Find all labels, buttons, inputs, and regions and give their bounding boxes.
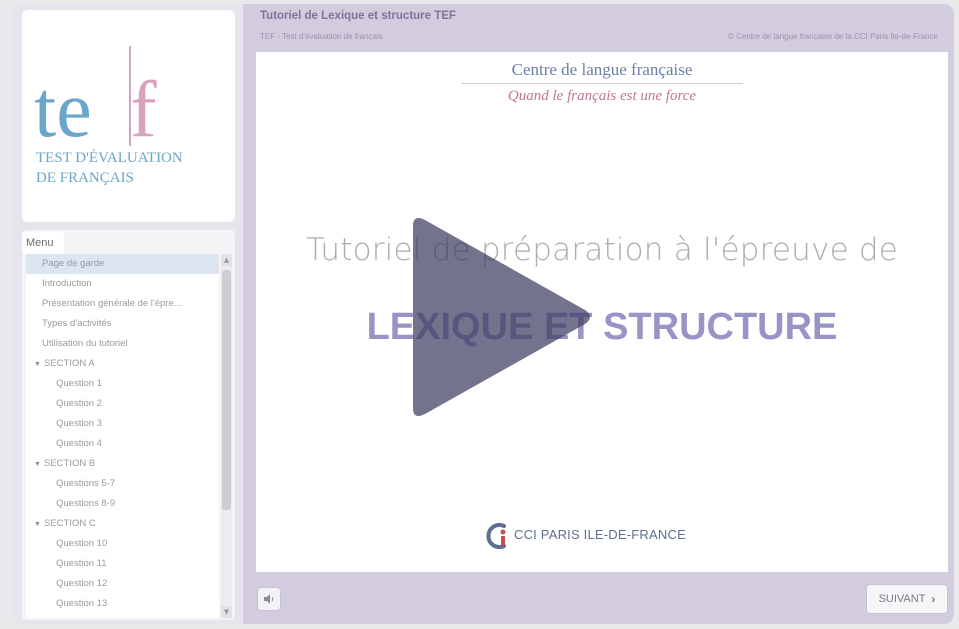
- player-frame: te f TEST D'ÉVALUATION DE FRANÇAIS Menu …: [14, 4, 954, 624]
- menu-item[interactable]: Question 10: [26, 534, 219, 554]
- tef-logo-panel: te f TEST D'ÉVALUATION DE FRANÇAIS: [22, 10, 235, 222]
- menu-item[interactable]: Page de garde: [26, 254, 219, 274]
- menu-item-label: Question 2: [56, 398, 102, 409]
- slide-title: Tutoriel de préparation à l'épreuve de: [305, 232, 899, 268]
- expand-triangle-icon[interactable]: ▼: [34, 355, 44, 374]
- cci-logo-icon: [486, 523, 506, 549]
- menu-item-label: Présentation générale de l'épre...: [42, 298, 182, 309]
- menu-item[interactable]: Question 2: [26, 394, 219, 414]
- menu-item[interactable]: Introduction: [26, 274, 219, 294]
- brand-tagline: Quand le français est une force: [507, 88, 697, 104]
- scroll-down-icon[interactable]: ▼: [221, 606, 232, 618]
- chevron-right-icon: ›: [931, 592, 936, 606]
- slide-stage: Centre de langue française Quand le fran…: [256, 52, 948, 572]
- play-icon: [413, 218, 590, 416]
- next-button-label: SUIVANT: [878, 593, 926, 605]
- scroll-thumb[interactable]: [222, 270, 231, 510]
- bottom-control-bar: SUIVANT ›: [244, 574, 954, 624]
- menu-item-label: SECTION B: [44, 458, 96, 469]
- brand-name: Centre de langue française: [511, 60, 693, 79]
- expand-triangle-icon[interactable]: ▼: [34, 515, 44, 534]
- scroll-up-icon[interactable]: ▲: [221, 254, 232, 266]
- menu-item-label: Introduction: [42, 278, 92, 289]
- menu-item-label: Utilisation du tutoriel: [42, 338, 128, 349]
- menu-item[interactable]: Question 13: [26, 594, 219, 614]
- brand-rule: [461, 83, 743, 84]
- play-button[interactable]: [409, 212, 594, 422]
- sound-button[interactable]: [257, 587, 281, 611]
- menu-section[interactable]: ▼ SECTION A: [26, 354, 219, 374]
- cci-logo-text: CCI PARIS ILE-DE-FRANCE: [514, 527, 686, 542]
- menu-item-label: Question 11: [56, 558, 107, 569]
- menu-item[interactable]: Question 4: [26, 434, 219, 454]
- menu-item-label: Question 1: [56, 378, 102, 389]
- menu-item-label: Question 3: [56, 418, 102, 429]
- menu-item-label: Question 12: [56, 578, 108, 589]
- menu-tab[interactable]: Menu: [22, 232, 64, 254]
- menu-item[interactable]: Utilisation du tutoriel: [26, 334, 219, 354]
- menu-item-label: SECTION A: [44, 358, 95, 369]
- cci-logo: CCI PARIS ILE-DE-FRANCE: [484, 520, 724, 552]
- menu-item[interactable]: Questions 8-9: [26, 494, 219, 514]
- menu-item[interactable]: Présentation générale de l'épre...: [26, 294, 219, 314]
- course-subtitle: TEF - Test d'évaluation de français: [260, 32, 383, 41]
- tef-logo: te f TEST D'ÉVALUATION DE FRANÇAIS: [34, 46, 183, 186]
- menu-item[interactable]: Question 12: [26, 574, 219, 594]
- menu-item-label: SECTION C: [44, 518, 96, 529]
- tef-logo-mark-te: te: [34, 66, 92, 154]
- menu-item-label: Question 10: [56, 538, 108, 549]
- expand-triangle-icon[interactable]: ▼: [34, 455, 44, 474]
- menu-item-label: Questions 5-7: [56, 478, 116, 489]
- menu-item-label: Question 13: [56, 598, 108, 609]
- menu-section[interactable]: ▼ SECTION C: [26, 514, 219, 534]
- menu-item-label: Questions 8-9: [56, 498, 116, 509]
- menu-item-label: Page de garde: [42, 258, 105, 269]
- left-column: te f TEST D'ÉVALUATION DE FRANÇAIS Menu …: [14, 4, 243, 624]
- tef-logo-mark-f: f: [130, 66, 157, 154]
- menu-scrollbar[interactable]: ▲ ▼: [221, 254, 232, 618]
- menu-item[interactable]: Types d'activités: [26, 314, 219, 334]
- menu-item-label: Question 4: [56, 438, 102, 449]
- tef-logo-line2: DE FRANÇAIS: [36, 170, 134, 186]
- tef-logo-line1: TEST D'ÉVALUATION: [36, 149, 183, 166]
- slide-subtitle: LEXIQUE ET STRUCTURE: [366, 306, 838, 348]
- menu-list: Page de garde Introduction Présentation gé…: [26, 254, 219, 618]
- menu-item-label: Types d'activités: [42, 318, 112, 329]
- speaker-icon: [264, 594, 274, 604]
- title-bar: Tutoriel de Lexique et structure TEF TEF…: [244, 4, 954, 52]
- menu-panel: Menu Page de garde Introduction Présentati…: [22, 230, 235, 620]
- menu-item[interactable]: Question 11: [26, 554, 219, 574]
- menu-item[interactable]: Questions 5-7: [26, 474, 219, 494]
- menu-item[interactable]: Question 1: [26, 374, 219, 394]
- menu-item[interactable]: Question 3: [26, 414, 219, 434]
- next-button[interactable]: SUIVANT ›: [866, 584, 948, 614]
- course-title: Tutoriel de Lexique et structure TEF: [260, 10, 456, 22]
- menu-section[interactable]: ▼ SECTION B: [26, 454, 219, 474]
- copyright-text: © Centre de langue française de la CCI P…: [728, 32, 938, 41]
